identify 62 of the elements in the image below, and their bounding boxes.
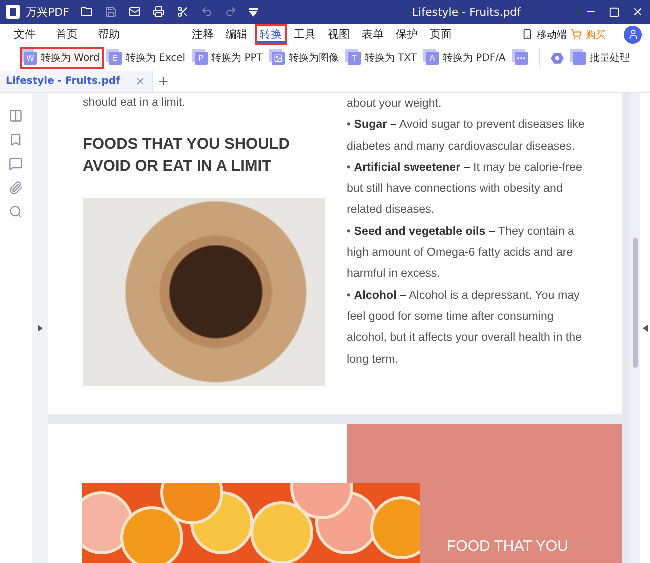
menu-tab[interactable]: 编辑 [223,26,251,43]
comment-icon[interactable] [9,157,23,171]
save-icon[interactable] [105,6,118,18]
section-heading: FOODS THAT YOU SHOULD AVOID OR EAT IN A LIMIT [83,135,291,177]
paperclip-icon[interactable] [9,181,23,195]
scrollbar-thumb[interactable] [632,238,638,368]
close-icon[interactable] [632,6,644,18]
file-format-icon: A [426,52,439,64]
dropdown-icon[interactable] [249,8,258,16]
mobile-link[interactable]: 移动端 [537,28,567,42]
convert-button[interactable]: A 转换为 PDF/A [424,49,508,67]
document-tab[interactable]: Lifestyle - Fruits.pdf [0,71,153,92]
expand-arrow-icon[interactable] [38,324,42,332]
menu-tab[interactable]: 转换 [257,26,285,43]
thumbnails-icon[interactable] [9,109,23,123]
window-title: Lifestyle - Fruits.pdf [411,6,522,18]
bullet-text: • Seed and vegetable oils – They contain a high amount of Omega-6 fatty acids and are harmful in excess. [347,224,576,282]
user-avatar[interactable] [624,26,642,44]
phone-icon[interactable] [522,29,533,40]
undo-icon[interactable] [201,6,214,18]
convert-button[interactable]: T 转换为 TXT [346,49,419,67]
menu-item[interactable]: 文件 [11,26,39,43]
bullet-text: • Alcohol – Alcohol is a depressant. You may feel good for some time after consuming alcohol, but it affects your overall health in the long term. [347,288,584,368]
cart-icon[interactable] [571,29,582,40]
menu-tab[interactable]: 保护 [393,26,421,43]
more-tools-button[interactable] [512,50,530,66]
scissors-icon[interactable] [177,6,190,18]
convert-button[interactable]: W 转换为 Word [22,49,102,67]
bullet-text: • Artificial sweetener – It may be calorie-free but still have connections with obesity and related diseases. [347,160,584,218]
batch-process-button[interactable]: 批量处理 [570,49,632,67]
file-format-icon: P [194,52,208,64]
menu-tab[interactable]: 注释 [189,26,217,43]
image-icon [272,52,285,64]
maximize-icon[interactable] [609,6,620,18]
convert-button[interactable]: 转换为图像 [270,49,341,67]
body-text: about your weight. [347,96,443,112]
section-heading: FOOD THAT YOU [447,538,568,555]
file-format-icon: T [348,52,361,64]
folder-icon[interactable] [81,6,94,18]
bookmark-icon[interactable] [9,133,23,147]
file-format-icon: E [108,52,122,64]
menu-tab[interactable]: 工具 [291,26,319,43]
search-icon[interactable] [9,205,23,219]
bullet-text: • Sugar – Avoid sugar to prevent diseases like diabetes and many cardiovascular diseases. [347,117,586,155]
menu-tab[interactable]: 视图 [325,26,353,43]
convert-button[interactable]: P 转换为 PPT [192,49,265,67]
hexagon-icon [550,52,564,64]
collapse-arrow-icon[interactable] [642,324,648,332]
mail-icon[interactable] [129,6,142,18]
file-format-icon: W [24,52,37,64]
menu-tab[interactable]: 页面 [427,26,455,43]
redo-icon[interactable] [225,6,238,18]
more-icon [514,52,528,64]
app-logo-icon [6,5,20,19]
menu-item[interactable]: 首页 [53,26,81,43]
print-icon[interactable] [153,6,166,18]
app-name: 万兴PDF [26,4,70,20]
body-text: should eat in a limit. [83,95,186,111]
menu-tab[interactable]: 表单 [359,26,387,43]
menu-item[interactable]: 帮助 [95,26,123,43]
convert-button[interactable]: E 转换为 Excel [106,49,188,67]
stack-icon [572,52,586,64]
